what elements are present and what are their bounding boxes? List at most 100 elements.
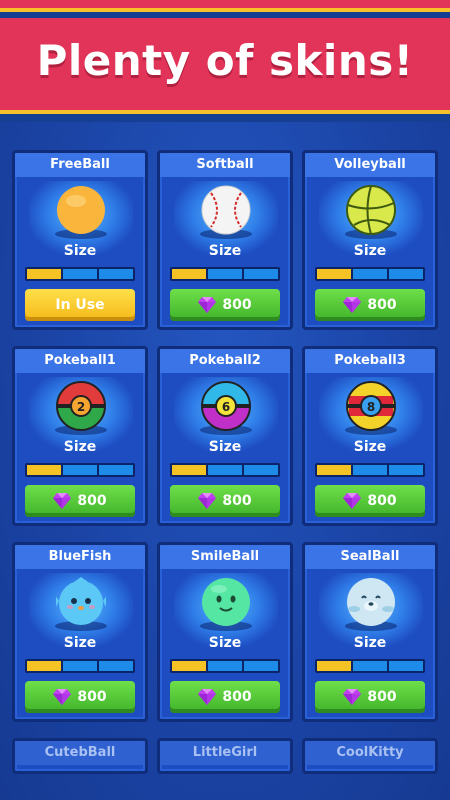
banner-stripe — [0, 0, 450, 8]
buy-button[interactable]: 800 — [25, 485, 135, 517]
size-label: Size — [208, 439, 242, 455]
gem-icon — [53, 493, 72, 509]
price-label: 800 — [222, 689, 252, 705]
size-label: Size — [353, 635, 387, 651]
size-segment — [63, 465, 97, 475]
size-segment — [27, 269, 61, 279]
size-segment — [317, 465, 351, 475]
skin-card-pokeball1[interactable]: Pokeball1 2 Size 800 — [12, 346, 148, 526]
skin-card-softball[interactable]: Softball Size 800 — [157, 150, 293, 330]
pokeball-6-icon: 6 — [201, 381, 251, 431]
size-bar — [315, 267, 425, 281]
size-segment — [99, 269, 133, 279]
skin-name: FreeBall — [50, 157, 110, 172]
size-bar — [25, 267, 135, 281]
skin-name-bar: BlueFish — [15, 545, 145, 569]
skin-name: BlueFish — [48, 549, 112, 564]
buy-button[interactable]: 800 — [170, 289, 280, 321]
pokeball-8-icon: 8 — [346, 381, 396, 431]
size-segment — [172, 269, 206, 279]
skin-name-bar: CoolKitty — [305, 741, 435, 765]
buy-button[interactable]: 800 — [315, 681, 425, 713]
skin-name: SealBall — [340, 549, 400, 564]
skin-card-coolkitty[interactable]: CoolKitty — [302, 738, 438, 774]
gem-icon — [53, 689, 72, 705]
size-segment — [99, 465, 133, 475]
price-label: 800 — [367, 493, 397, 509]
size-segment — [99, 661, 133, 671]
size-segment — [244, 269, 278, 279]
price-label: 800 — [367, 297, 397, 313]
baseball-icon — [201, 185, 251, 235]
price-label: 800 — [367, 689, 397, 705]
skin-name-bar: SealBall — [305, 545, 435, 569]
size-label: Size — [63, 243, 97, 259]
price-label: 800 — [222, 297, 252, 313]
skin-card-cutebball[interactable]: CutebBall — [12, 738, 148, 774]
skin-card-littlegirl[interactable]: LittleGirl — [157, 738, 293, 774]
buy-button[interactable]: 800 — [25, 681, 135, 713]
gem-icon — [198, 689, 217, 705]
skin-name-bar: Softball — [160, 153, 290, 177]
in-use-button[interactable]: In Use — [25, 289, 135, 321]
svg-text:8: 8 — [367, 400, 375, 414]
skin-card-bluefish[interactable]: BlueFish Size 800 — [12, 542, 148, 722]
skin-card-freeball[interactable]: FreeBall Size In Use — [12, 150, 148, 330]
skin-card-sealball[interactable]: SealBall Size 800 — [302, 542, 438, 722]
buy-button[interactable]: 800 — [170, 485, 280, 517]
size-bar — [170, 659, 280, 673]
gem-icon — [343, 689, 362, 705]
size-segment — [172, 661, 206, 671]
smile-ball-icon — [201, 577, 251, 627]
gem-icon — [198, 493, 217, 509]
seal-ball-icon — [346, 577, 396, 627]
price-label: 800 — [77, 493, 107, 509]
banner-stripe — [0, 8, 450, 12]
skin-card-volleyball[interactable]: Volleyball Size 800 — [302, 150, 438, 330]
svg-text:6: 6 — [222, 400, 230, 414]
size-segment — [353, 661, 387, 671]
skin-name: Pokeball3 — [334, 353, 406, 368]
size-segment — [389, 465, 423, 475]
skin-name: Volleyball — [334, 157, 406, 172]
size-segment — [389, 661, 423, 671]
size-segment — [208, 465, 242, 475]
size-segment — [244, 465, 278, 475]
skin-shop-screen: Plenty of skins! FreeBall Size In Use Softb… — [0, 0, 450, 800]
buy-button[interactable]: 800 — [315, 289, 425, 321]
size-segment — [389, 269, 423, 279]
size-bar — [25, 463, 135, 477]
skin-name-bar: LittleGirl — [160, 741, 290, 765]
size-label: Size — [208, 243, 242, 259]
size-label: Size — [208, 635, 242, 651]
skin-name-bar: CutebBall — [15, 741, 145, 765]
size-label: Size — [353, 439, 387, 455]
size-segment — [27, 661, 61, 671]
skin-card-smileball[interactable]: SmileBall Size 800 — [157, 542, 293, 722]
skin-name-bar: Volleyball — [305, 153, 435, 177]
skin-card-pokeball3[interactable]: Pokeball3 8 Size 800 — [302, 346, 438, 526]
skin-name: SmileBall — [190, 549, 260, 564]
buy-button[interactable]: 800 — [315, 485, 425, 517]
skin-name: Softball — [196, 157, 254, 172]
price-label: 800 — [77, 689, 107, 705]
size-segment — [208, 269, 242, 279]
size-segment — [63, 269, 97, 279]
size-segment — [353, 465, 387, 475]
size-segment — [63, 661, 97, 671]
size-bar — [25, 659, 135, 673]
page-title: Plenty of skins! — [36, 36, 414, 85]
pokeball-2-icon: 2 — [56, 381, 106, 431]
buy-button[interactable]: 800 — [170, 681, 280, 713]
skin-card-pokeball2[interactable]: Pokeball2 6 Size 800 — [157, 346, 293, 526]
bluefish-icon — [55, 577, 107, 627]
skin-name-bar: SmileBall — [160, 545, 290, 569]
skin-name: Pokeball2 — [189, 353, 261, 368]
size-bar — [170, 267, 280, 281]
gem-icon — [198, 297, 217, 313]
size-label: Size — [63, 439, 97, 455]
size-segment — [317, 269, 351, 279]
header-banner: Plenty of skins! — [0, 0, 450, 122]
skin-name-bar: Pokeball1 — [15, 349, 145, 373]
volleyball-icon — [346, 185, 396, 235]
